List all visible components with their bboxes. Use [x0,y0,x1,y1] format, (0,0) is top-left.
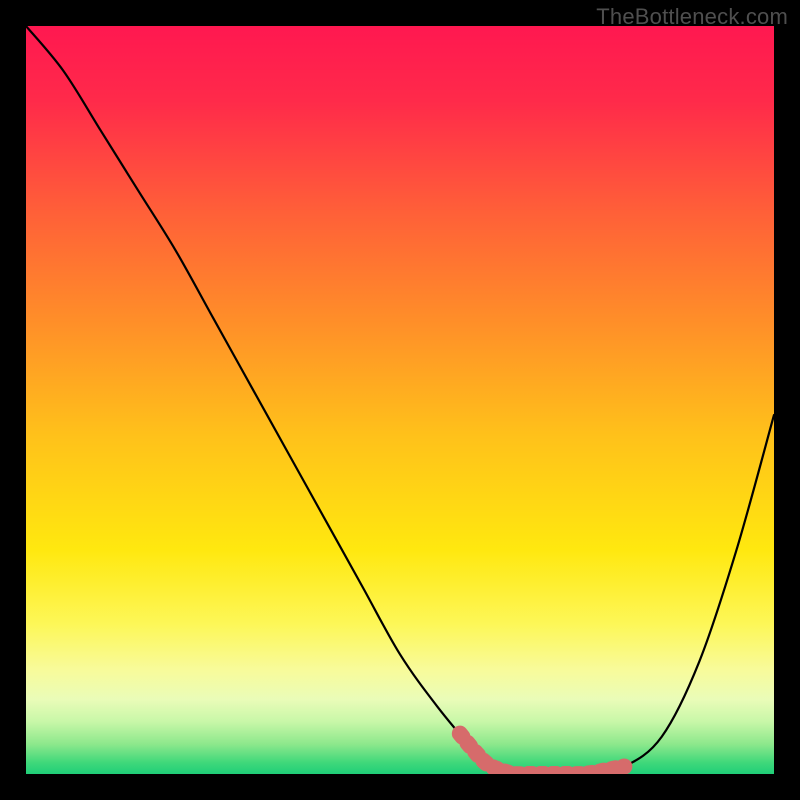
chart-frame: TheBottleneck.com [0,0,800,800]
watermark-text: TheBottleneck.com [596,4,788,30]
plot-area [26,26,774,774]
curve-layer [26,26,774,774]
bottleneck-curve [26,26,774,774]
optimal-band-highlight [460,734,625,774]
